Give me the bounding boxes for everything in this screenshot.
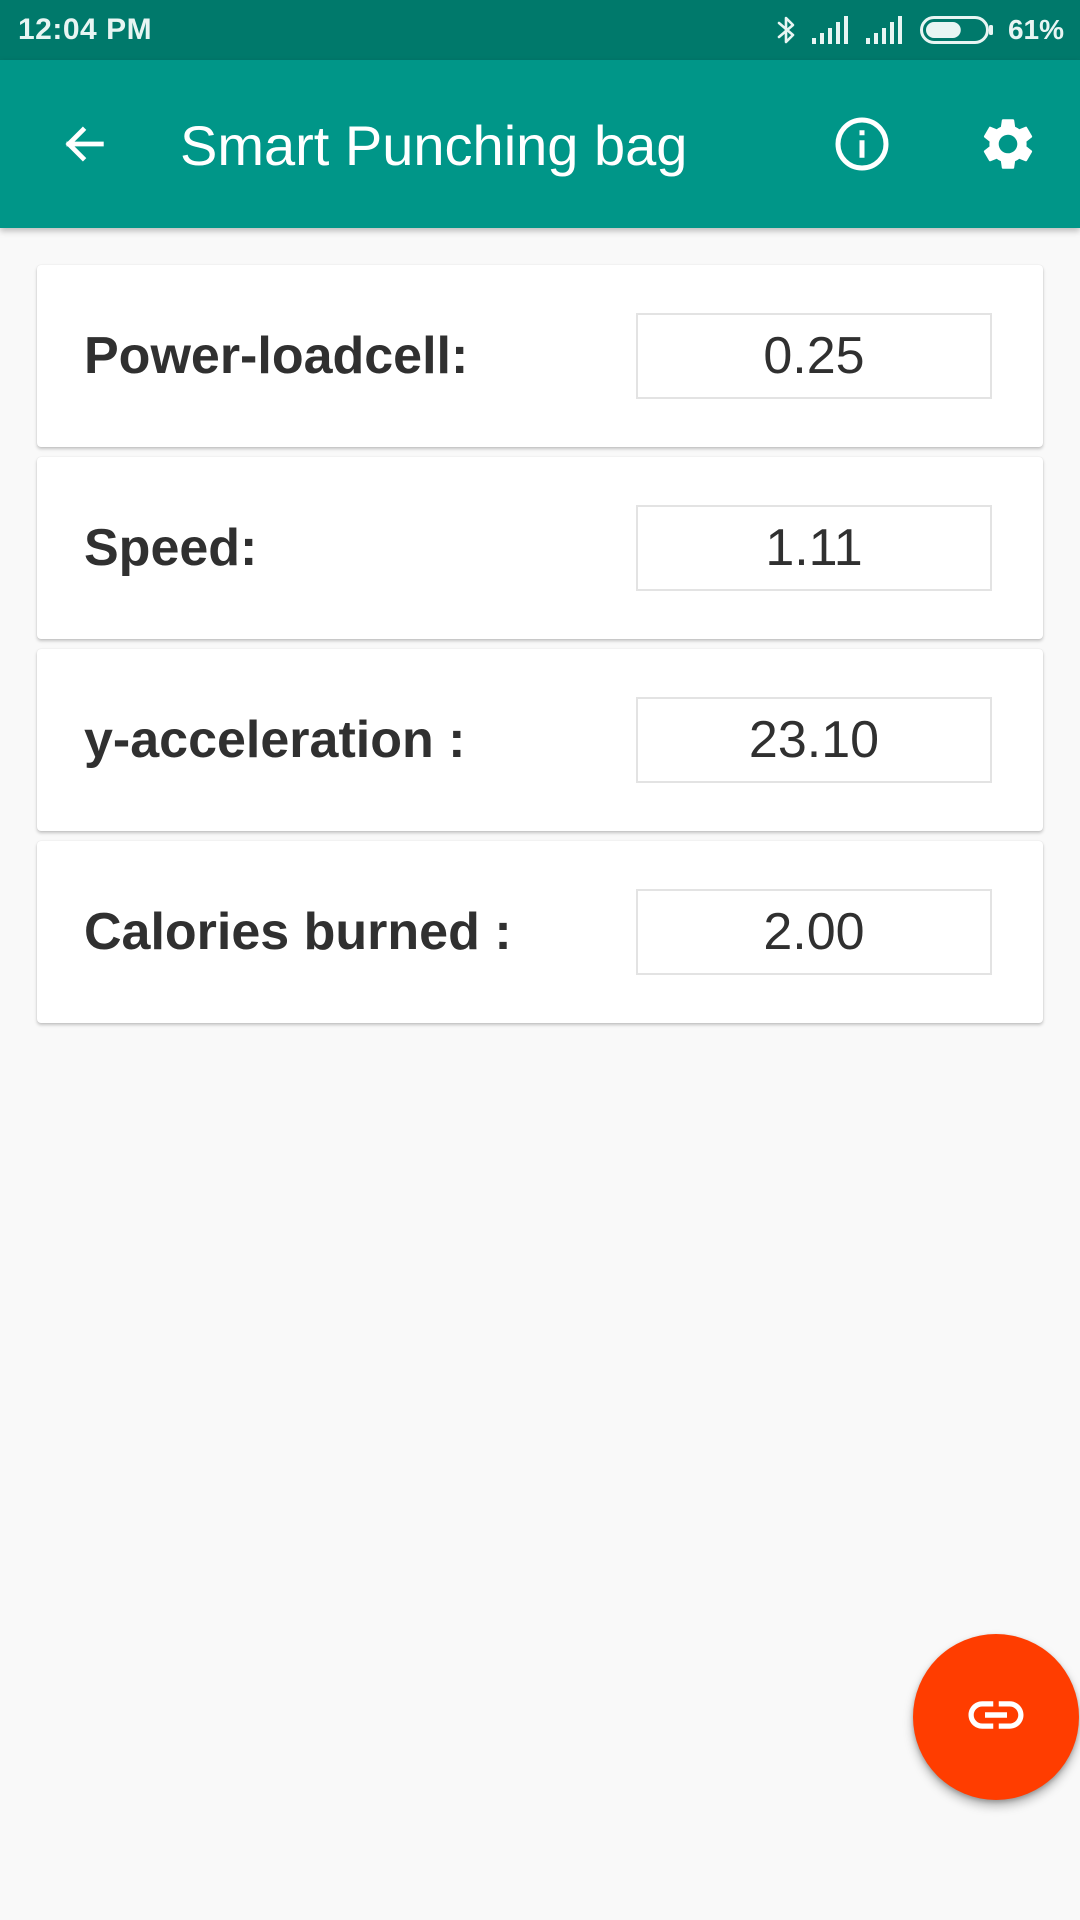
info-icon <box>832 114 892 179</box>
status-icons: 61% <box>776 12 1064 48</box>
metric-value-field: 0.25 <box>636 313 992 399</box>
metric-value-field: 1.11 <box>636 505 992 591</box>
metric-label: Calories burned : <box>84 903 512 961</box>
battery-icon <box>919 16 994 44</box>
metric-value-field: 2.00 <box>636 889 992 975</box>
metric-card-calories-burned: Calories burned : 2.00 <box>37 841 1043 1023</box>
back-button[interactable] <box>48 110 120 182</box>
metric-label: Power-loadcell: <box>84 327 469 385</box>
app-title: Smart Punching bag <box>180 114 688 177</box>
app-bar: Smart Punching bag <box>0 60 1080 228</box>
signal-icon <box>811 16 852 44</box>
battery-percent: 61% <box>1007 14 1064 45</box>
link-icon <box>963 1682 1029 1753</box>
status-time: 12:04 PM <box>18 13 153 46</box>
metric-card-power-loadcell: Power-loadcell: 0.25 <box>37 265 1043 447</box>
metric-card-y-acceleration: y-acceleration : 23.10 <box>37 649 1043 831</box>
settings-button[interactable] <box>972 110 1044 182</box>
status-bar: 12:04 PM 61% <box>0 0 1080 60</box>
bluetooth-icon <box>776 14 798 46</box>
metric-label: Speed: <box>84 519 258 577</box>
connect-fab-button[interactable] <box>913 1634 1079 1800</box>
metric-value-field: 23.10 <box>636 697 992 783</box>
metric-card-speed: Speed: 1.11 <box>37 457 1043 639</box>
settings-gear-icon <box>977 113 1039 180</box>
info-button[interactable] <box>826 110 898 182</box>
signal-icon <box>865 16 906 44</box>
back-arrow-icon <box>58 118 110 175</box>
metric-label: y-acceleration : <box>84 711 466 769</box>
